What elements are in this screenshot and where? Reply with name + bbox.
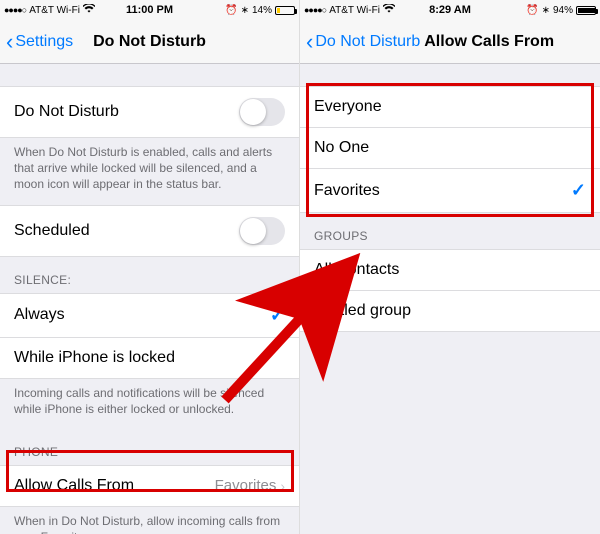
chevron-left-icon: ‹ [6,31,13,53]
wifi-icon [83,4,95,16]
nav-bar: ‹ Do Not Disturb Allow Calls From [300,20,600,64]
battery-percent: 14% [252,5,272,16]
carrier-label: AT&T Wi-Fi [329,5,380,16]
dnd-toggle-row[interactable]: Do Not Disturb [0,86,299,138]
back-button[interactable]: ‹ Settings [6,31,73,53]
content-area: Everyone No One Favorites ✓ GROUPS All C… [300,64,600,534]
content-area: Do Not Disturb When Do Not Disturb is en… [0,64,299,534]
group-untitled-label: untitled group [314,302,411,320]
phone-header: PHONE [0,429,299,465]
alarm-icon: ⏰ [225,5,237,16]
scheduled-row[interactable]: Scheduled [0,205,299,257]
groups-header: GROUPS [300,213,600,249]
option-favorites-label: Favorites [314,182,380,200]
group-all-contacts[interactable]: All Contacts [300,249,600,291]
alarm-icon: ⏰ [526,5,538,16]
silence-always-row[interactable]: Always ✓ [0,293,299,338]
chevron-right-icon: › [280,478,285,494]
battery-icon [275,6,295,15]
silence-locked-row[interactable]: While iPhone is locked [0,338,299,379]
allow-calls-value: Favorites [215,477,277,494]
option-everyone[interactable]: Everyone [300,86,600,128]
option-no-one-label: No One [314,139,369,157]
carrier-label: AT&T Wi-Fi [29,5,80,16]
status-time: 11:00 PM [126,4,173,16]
signal-icon: ●●●●○ [304,5,326,15]
scheduled-toggle[interactable] [239,217,285,245]
battery-percent: 94% [553,5,573,16]
option-no-one[interactable]: No One [300,128,600,169]
silence-header: SILENCE: [0,257,299,293]
checkmark-icon: ✓ [270,305,285,326]
battery-icon [576,6,596,15]
page-title: Allow Calls From [424,33,554,51]
allow-calls-footer: When in Do Not Disturb, allow incoming c… [0,507,299,534]
group-all-label: All Contacts [314,261,399,279]
checkmark-icon: ✓ [571,180,586,201]
dnd-toggle[interactable] [239,98,285,126]
dnd-label: Do Not Disturb [14,103,119,121]
allow-calls-label: Allow Calls From [14,477,134,495]
silence-always-label: Always [14,306,65,324]
back-button[interactable]: ‹ Do Not Disturb [306,31,420,53]
back-label: Settings [15,33,73,51]
chevron-left-icon: ‹ [306,31,313,53]
signal-icon: ●●●●○ [4,5,26,15]
group-untitled[interactable]: untitled group [300,291,600,332]
nav-bar: ‹ Settings Do Not Disturb [0,20,299,64]
phone-allow-calls-from: ●●●●○ AT&T Wi-Fi 8:29 AM ⏰ ∗ 94% ‹ Do No… [300,0,600,534]
silence-footer: Incoming calls and notifications will be… [0,379,299,429]
bluetooth-icon: ∗ [542,5,550,16]
silence-locked-label: While iPhone is locked [14,349,175,367]
allow-calls-from-row[interactable]: Allow Calls From Favorites › [0,465,299,507]
bluetooth-icon: ∗ [241,5,249,16]
wifi-icon [383,4,395,16]
status-time: 8:29 AM [429,4,471,16]
option-everyone-label: Everyone [314,98,382,116]
dnd-footer: When Do Not Disturb is enabled, calls an… [0,138,299,205]
back-label: Do Not Disturb [315,33,420,51]
scheduled-label: Scheduled [14,222,90,240]
phone-dnd-settings: ●●●●○ AT&T Wi-Fi 11:00 PM ⏰ ∗ 14% ‹ Sett… [0,0,300,534]
status-bar: ●●●●○ AT&T Wi-Fi 11:00 PM ⏰ ∗ 14% [0,0,299,20]
status-bar: ●●●●○ AT&T Wi-Fi 8:29 AM ⏰ ∗ 94% [300,0,600,20]
option-favorites[interactable]: Favorites ✓ [300,169,600,213]
